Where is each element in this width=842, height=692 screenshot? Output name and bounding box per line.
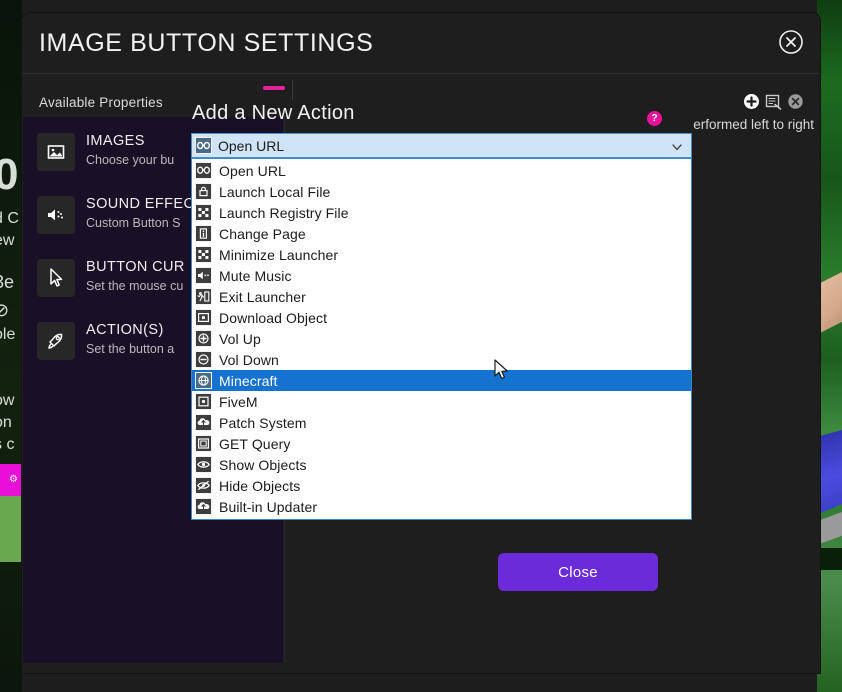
- add-new-action-card: Add a New Action ? Open URL Open URL Lau…: [168, 80, 692, 532]
- action-toolbar: [743, 93, 804, 110]
- combobox-selected-value: Open URL: [218, 138, 285, 154]
- dropdown-option-label: Change Page: [219, 225, 306, 242]
- dropdown-option[interactable]: Vol Down: [192, 349, 691, 370]
- dropdown-option[interactable]: Launch Local File: [192, 181, 691, 202]
- bg-green-chip: [0, 496, 22, 562]
- sidebar-item-title: IMAGES: [86, 133, 145, 149]
- page-title: IMAGE BUTTON SETTINGS: [39, 29, 374, 57]
- close-button[interactable]: Close: [498, 553, 658, 591]
- dropdown-option-label: GET Query: [219, 435, 291, 452]
- dropdown-option[interactable]: FiveM: [192, 391, 691, 412]
- gear-icon: ⚙: [9, 474, 18, 485]
- card-tab-separator: [292, 80, 293, 100]
- dropdown-option-label: Built-in Updater: [219, 498, 318, 515]
- bg-left-line-7: on: [0, 414, 12, 431]
- dropdown-option-label: Launch Local File: [219, 183, 331, 200]
- lock-file-icon: [195, 183, 212, 200]
- bg-left-big-text: 0: [0, 150, 19, 199]
- dropdown-option-label: Vol Up: [219, 330, 261, 347]
- dialog-titlebar: IMAGE BUTTON SETTINGS: [22, 13, 820, 74]
- eye-icon: [195, 456, 212, 473]
- bg-left-line-3: 3e: [0, 272, 15, 292]
- chevron-down-icon[interactable]: [671, 140, 683, 152]
- dropdown-option-label: Exit Launcher: [219, 288, 306, 305]
- dropdown-option-label: Show Objects: [219, 456, 307, 473]
- add-icon[interactable]: [743, 93, 760, 110]
- card-tab-indicator: [263, 86, 285, 90]
- dropdown-option[interactable]: Built-in Updater: [192, 496, 691, 517]
- sidebar-item-title: ACTION(S): [86, 322, 164, 338]
- dropdown-option[interactable]: Vol Up: [192, 328, 691, 349]
- dropdown-option[interactable]: Hide Objects: [192, 475, 691, 496]
- dropdown-option[interactable]: Download Object: [192, 307, 691, 328]
- info-page-icon: [195, 225, 212, 242]
- dropdown-option[interactable]: Open URL: [192, 160, 691, 181]
- delete-icon[interactable]: [787, 93, 804, 110]
- bg-magenta-chip: ⚙: [0, 464, 22, 496]
- speaker-icon: [37, 196, 75, 234]
- cloud-up-icon: [195, 414, 212, 431]
- dropdown-option-label: Download Object: [219, 309, 328, 326]
- bg-left-line-5: ole: [0, 326, 16, 343]
- dropdown-option[interactable]: GET Query: [192, 433, 691, 454]
- dropdown-option-label: Hide Objects: [219, 477, 301, 494]
- image-icon: [37, 133, 75, 171]
- available-properties-label: Available Properties: [39, 95, 163, 110]
- download-icon: [195, 309, 212, 326]
- eye-off-icon: [195, 477, 212, 494]
- registry-icon: [195, 246, 212, 263]
- dropdown-option[interactable]: Change Page: [192, 223, 691, 244]
- dot-square-icon: [195, 393, 212, 410]
- bg-left-line-8: s c: [0, 436, 15, 453]
- minus-circle-icon: [195, 351, 212, 368]
- dropdown-option-label: Patch System: [219, 414, 307, 431]
- bg-left-line-1: d C: [0, 210, 19, 227]
- bg-left-line-2: ew: [0, 232, 15, 249]
- image-button-settings-dialog: IMAGE BUTTON SETTINGS Available Properti…: [22, 13, 820, 673]
- help-badge[interactable]: ?: [647, 111, 662, 126]
- dropdown-option[interactable]: Patch System: [192, 412, 691, 433]
- dropdown-option-label: Minimize Launcher: [219, 246, 339, 263]
- dropdown-option[interactable]: Minimize Launcher: [192, 244, 691, 265]
- dropdown-option[interactable]: Launch Registry File: [192, 202, 691, 223]
- registry-icon: [195, 204, 212, 221]
- sidebar-item-subtitle: Choose your bu: [86, 153, 175, 167]
- exit-run-icon: [195, 288, 212, 305]
- bg-left-line-6: ow: [0, 392, 15, 409]
- sidebar-item-subtitle: Set the button a: [86, 342, 175, 356]
- speaker-mute-icon: [195, 267, 212, 284]
- dropdown-option-label: Launch Registry File: [219, 204, 349, 221]
- action-type-dropdown-list[interactable]: Open URL Launch Local File Launch Registry…: [191, 158, 692, 520]
- frame-icon: [195, 435, 212, 452]
- dropdown-option-label: FiveM: [219, 393, 258, 410]
- close-icon[interactable]: [777, 28, 805, 56]
- dropdown-option-label: Mute Music: [219, 267, 292, 284]
- dropdown-option[interactable]: Exit Launcher: [192, 286, 691, 307]
- dropdown-option-label: Minecraft: [219, 372, 278, 389]
- cloud-up-icon: [195, 498, 212, 515]
- dropdown-option-label: Open URL: [219, 162, 286, 179]
- bg-left-line-4: ⊘: [0, 300, 10, 320]
- link-icon: [195, 162, 212, 179]
- dropdown-option[interactable]: Show Objects: [192, 454, 691, 475]
- globe-icon: [195, 372, 212, 389]
- background-left-strip: 0 d C ew 3e ⊘ ole ow on s c ⚙: [0, 0, 22, 692]
- sidebar-item-subtitle: Custom Button S: [86, 216, 181, 230]
- action-type-combobox[interactable]: Open URL: [191, 133, 692, 158]
- dropdown-option-label: Vol Down: [219, 351, 279, 368]
- dialog-body: Available Properties IMAGES Choose your …: [22, 73, 820, 673]
- plus-circle-icon: [195, 330, 212, 347]
- dropdown-option[interactable]: Mute Music: [192, 265, 691, 286]
- card-heading: Add a New Action: [192, 102, 355, 124]
- link-icon: [195, 137, 212, 154]
- cursor-icon: [37, 259, 75, 297]
- edit-list-icon[interactable]: [765, 93, 782, 110]
- dropdown-option[interactable]: Minecraft: [192, 370, 691, 391]
- rocket-icon: [37, 322, 75, 360]
